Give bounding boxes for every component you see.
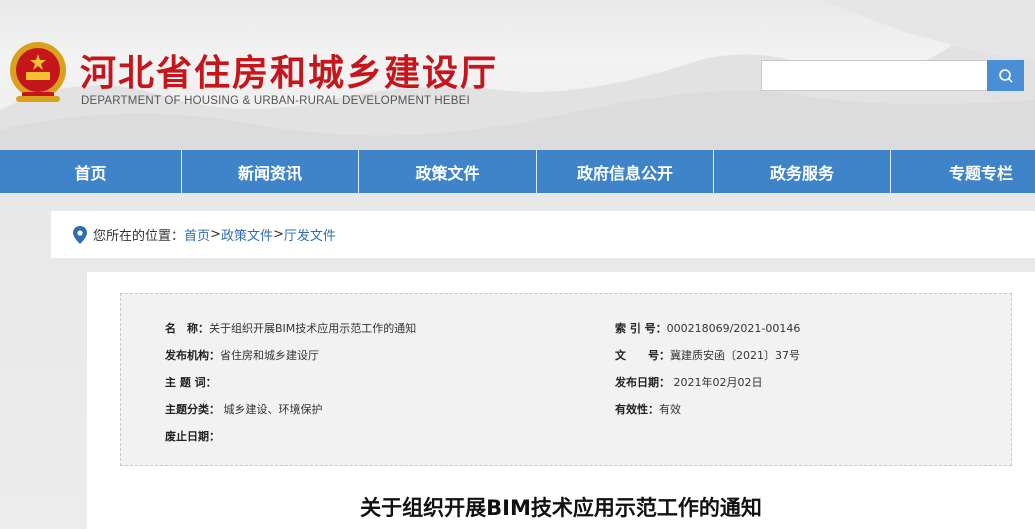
meta-category-value: 城乡建设、环境保护: [220, 403, 323, 416]
nav-item-gov-info[interactable]: 政府信息公开: [537, 150, 714, 193]
breadcrumb-separator: >: [210, 227, 221, 242]
meta-validity-label: 有效性：: [615, 403, 659, 416]
search-input[interactable]: [761, 60, 988, 91]
nav-item-services[interactable]: 政务服务: [714, 150, 891, 193]
meta-index: 索 引 号：000218069/2021-00146: [615, 320, 800, 336]
meta-docno: 文 号：冀建质安函〔2021〕37号: [615, 347, 800, 363]
breadcrumb-separator: >: [272, 227, 284, 242]
site-header: 河北省住房和城乡建设厅 DEPARTMENT OF HOUSING & URBA…: [0, 0, 1035, 150]
meta-validity-value: 有效: [659, 403, 681, 416]
breadcrumb-link-policy[interactable]: 政策文件: [221, 225, 273, 244]
meta-name-value: 关于组织开展BIM技术应用示范工作的通知: [209, 322, 417, 335]
meta-docno-label: 文 号：: [615, 349, 670, 362]
breadcrumb-link-dept-docs[interactable]: 厅发文件: [284, 225, 336, 244]
main-nav: 首页 新闻资讯 政策文件 政府信息公开 政务服务 专题专栏: [0, 150, 1035, 193]
search-icon: [998, 68, 1013, 83]
location-pin-icon: [73, 225, 87, 244]
breadcrumb-link-home[interactable]: 首页: [184, 225, 210, 244]
nav-item-home[interactable]: 首页: [0, 150, 182, 193]
meta-org: 发布机构：省住房和城乡建设厅: [165, 347, 319, 363]
site-subtitle: DEPARTMENT OF HOUSING & URBAN-RURAL DEVE…: [81, 95, 470, 107]
national-emblem-icon: [10, 42, 66, 102]
meta-docno-value: 冀建质安函〔2021〕37号: [670, 349, 800, 362]
meta-index-label: 索 引 号：: [615, 322, 667, 335]
meta-date: 发布日期： 2021年02月02日: [615, 374, 763, 390]
meta-topic-label: 主 题 词：: [165, 376, 217, 389]
document-metadata: [120, 293, 1012, 466]
search-button[interactable]: [987, 60, 1024, 91]
breadcrumb-prefix: 您所在的位置：: [93, 229, 185, 244]
meta-topic: 主 题 词：: [165, 374, 217, 390]
document-title: 关于组织开展BIM技术应用示范工作的通知: [360, 496, 762, 520]
meta-category-label: 主题分类：: [165, 403, 220, 416]
breadcrumb: 您所在的位置： 首页 > 政策文件 > 厅发文件: [51, 211, 1035, 258]
meta-validity: 有效性：有效: [615, 401, 681, 417]
meta-date-label: 发布日期：: [615, 376, 670, 389]
meta-expire-label: 废止日期：: [165, 430, 220, 443]
meta-name: 名 称：关于组织开展BIM技术应用示范工作的通知: [165, 320, 416, 336]
meta-name-label: 名 称：: [165, 322, 209, 335]
meta-index-value: 000218069/2021-00146: [666, 322, 801, 335]
nav-item-news[interactable]: 新闻资讯: [182, 150, 359, 193]
meta-org-value: 省住房和城乡建设厅: [220, 349, 319, 362]
nav-item-topics[interactable]: 专题专栏: [891, 150, 1035, 193]
meta-category: 主题分类： 城乡建设、环境保护: [165, 401, 323, 417]
meta-date-value: 2021年02月02日: [670, 376, 763, 389]
meta-expire: 废止日期：: [165, 428, 220, 444]
nav-item-policy[interactable]: 政策文件: [359, 150, 537, 193]
site-title: 河北省住房和城乡建设厅: [80, 53, 499, 94]
meta-org-label: 发布机构：: [165, 349, 220, 362]
